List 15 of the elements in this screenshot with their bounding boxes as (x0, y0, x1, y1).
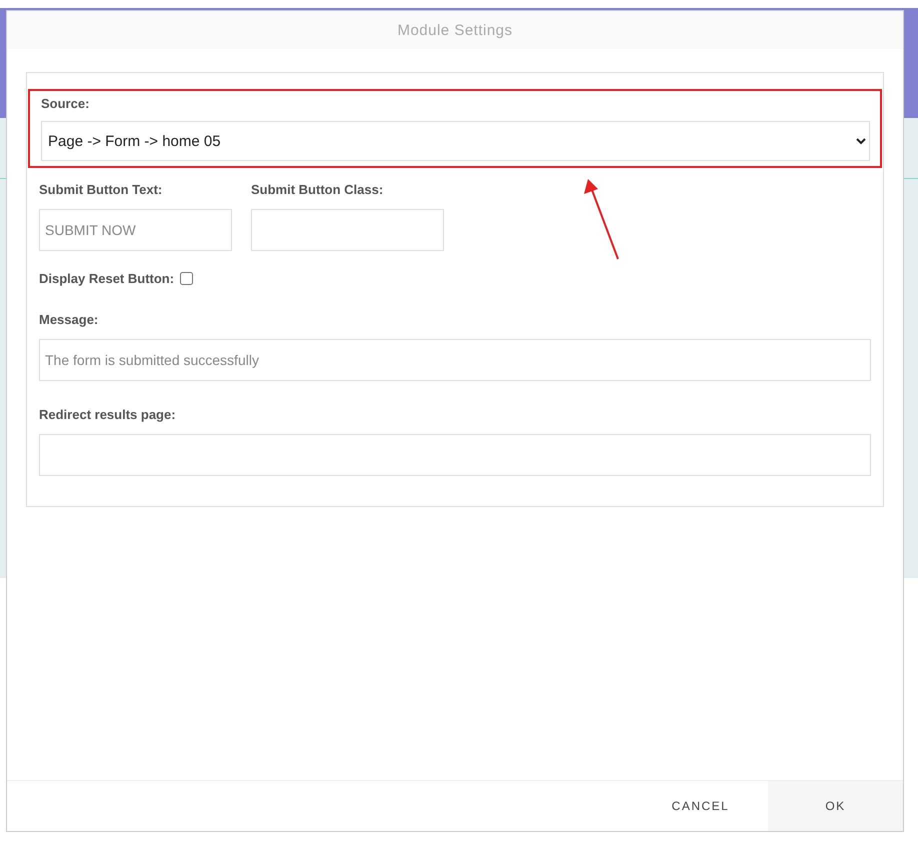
source-label: Source: (41, 96, 90, 111)
ok-button[interactable]: OK (768, 781, 903, 831)
reset-label: Display Reset Button: (39, 271, 174, 286)
submit-class-label: Submit Button Class: (251, 182, 384, 197)
submit-text-label: Submit Button Text: (39, 182, 164, 197)
message-field[interactable]: The form is submitted successfully (39, 339, 871, 381)
dialog-title: Module Settings (397, 22, 513, 38)
submit-class-field[interactable] (251, 209, 444, 251)
submit-text-field[interactable]: SUBMIT NOW (39, 209, 232, 251)
redirect-label: Redirect results page: (39, 407, 177, 422)
cancel-button[interactable]: CANCEL (633, 781, 768, 831)
redirect-field[interactable] (39, 434, 871, 476)
source-select[interactable]: Page -> Form -> home 05 (41, 121, 870, 161)
message-label: Message: (39, 312, 100, 327)
reset-checkbox[interactable] (180, 272, 194, 285)
